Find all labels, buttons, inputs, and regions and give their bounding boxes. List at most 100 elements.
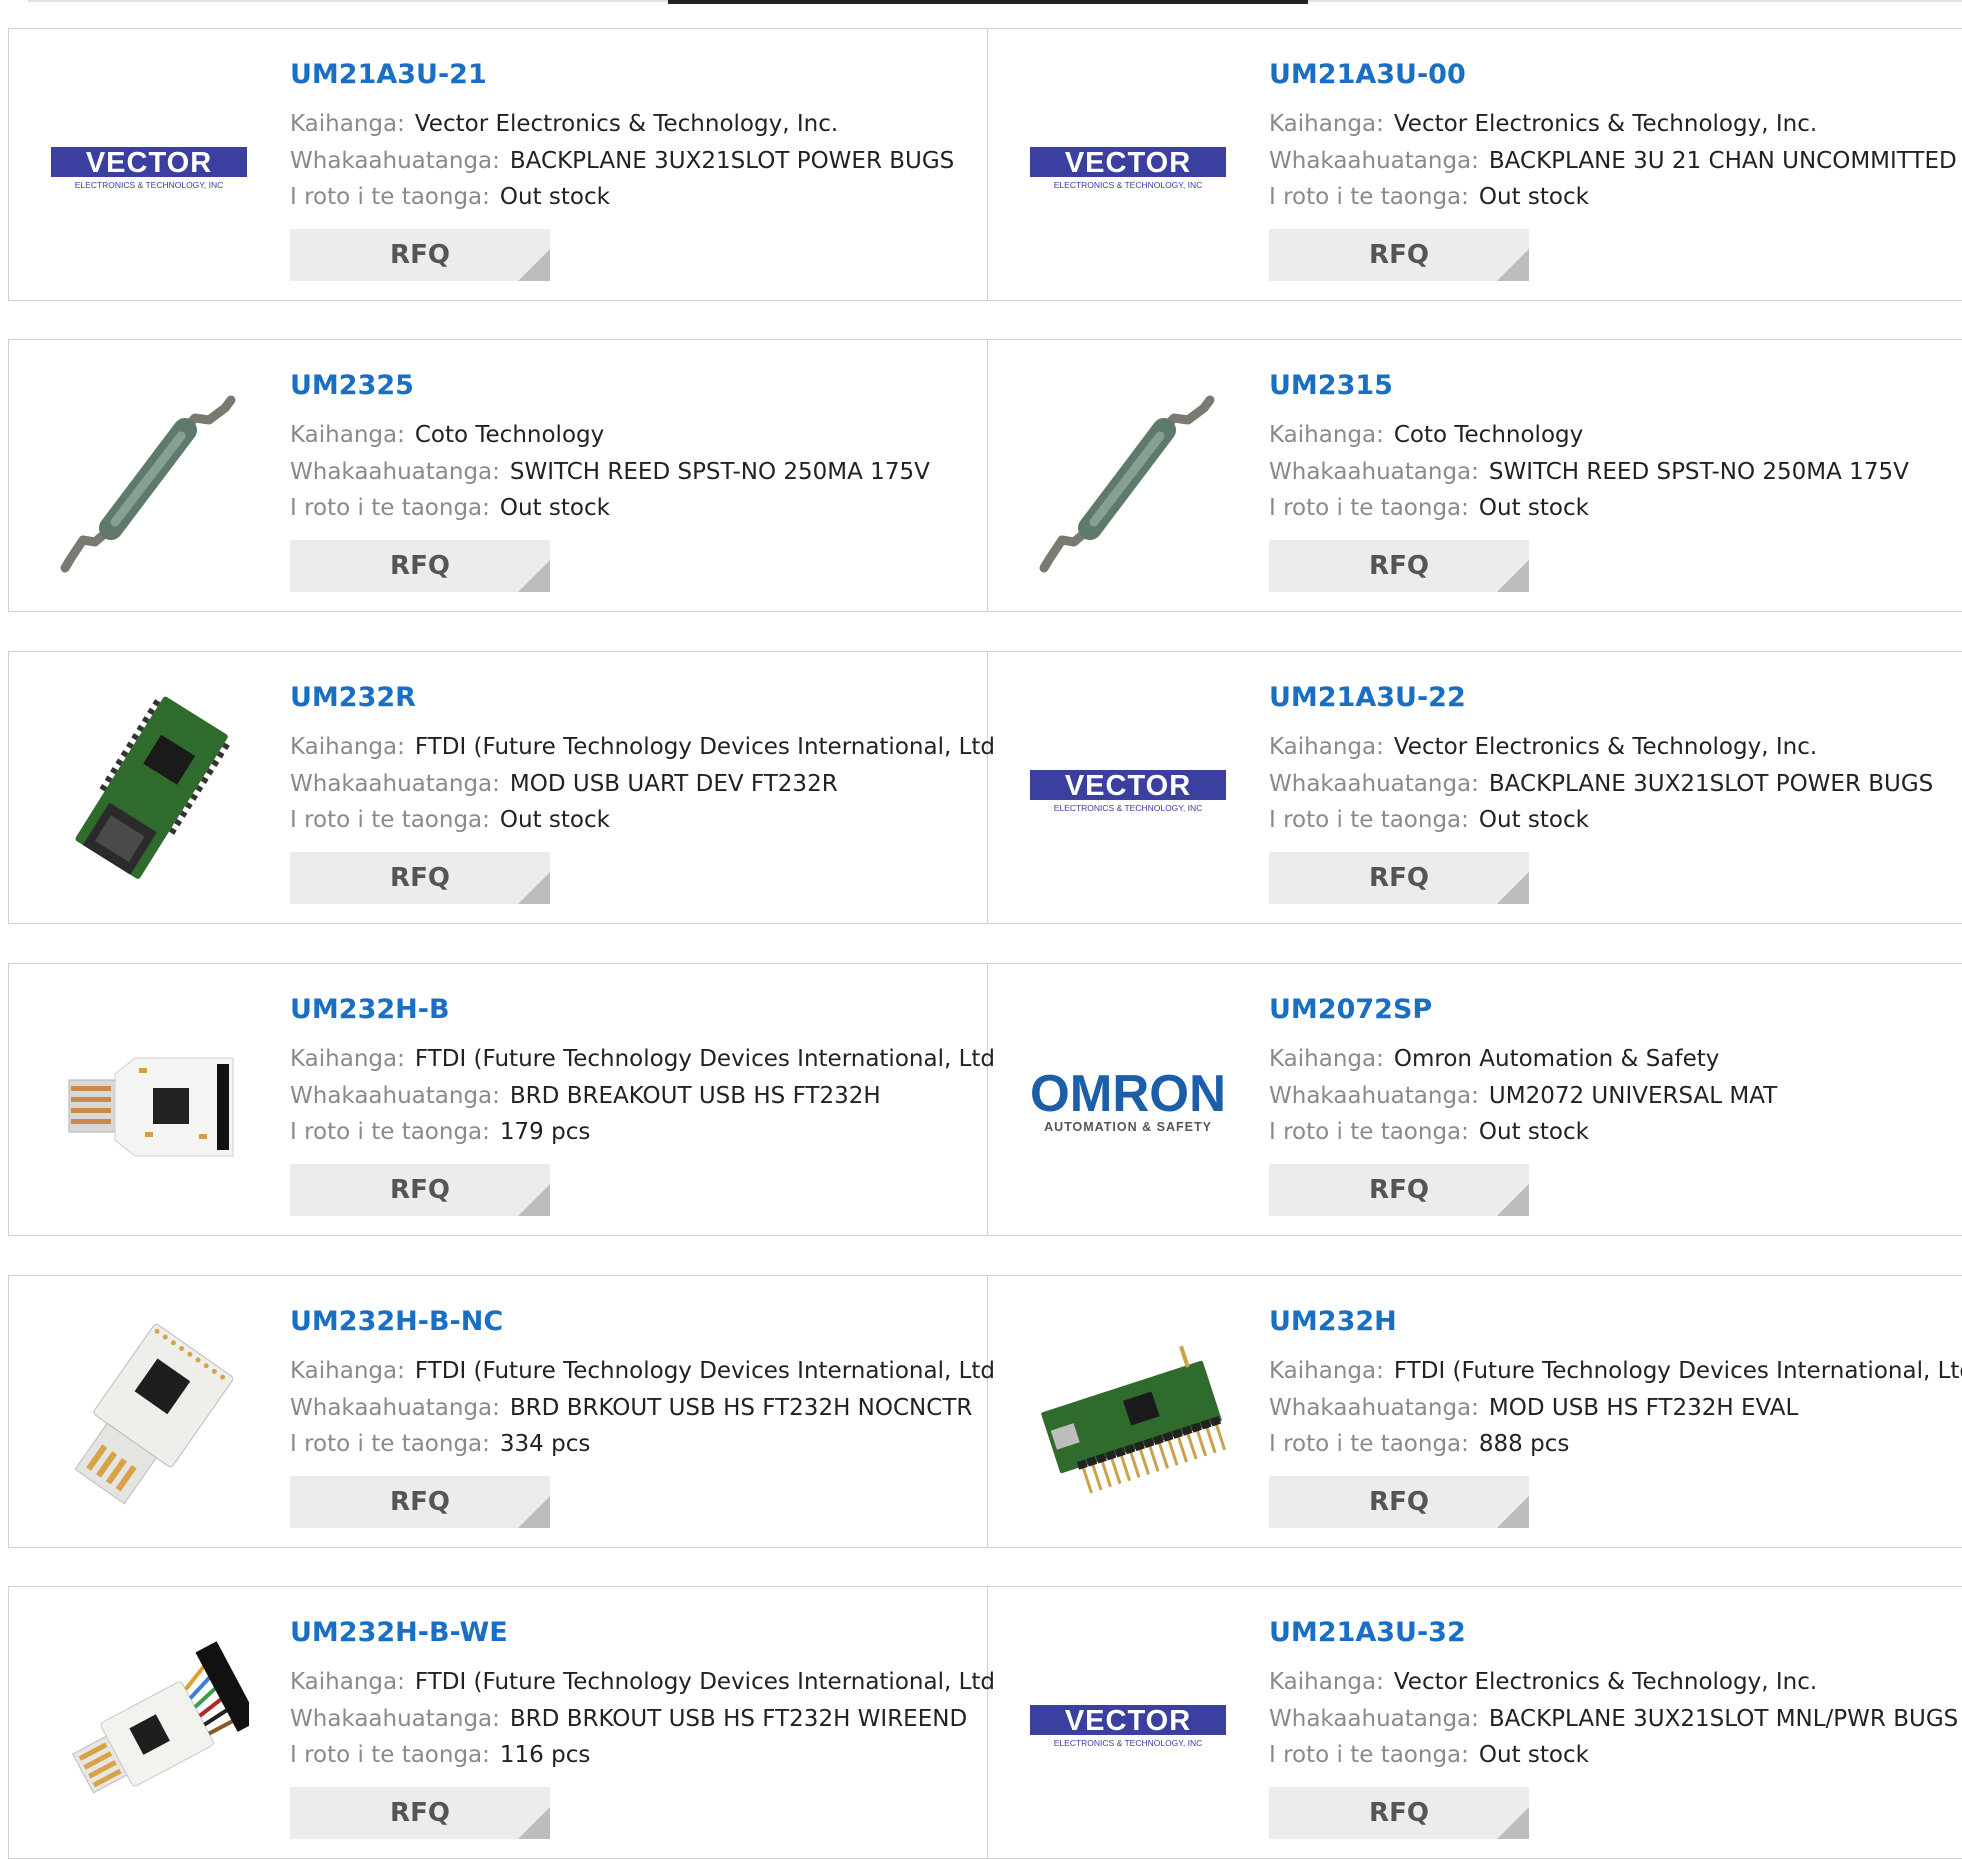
- product-image[interactable]: [49, 1316, 249, 1516]
- stock-value: Out stock: [499, 184, 610, 210]
- rfq-button[interactable]: RFQ: [290, 1164, 550, 1216]
- rfq-button[interactable]: RFQ: [1269, 540, 1529, 592]
- stock-label: I roto i te taonga:: [1269, 1119, 1469, 1145]
- manufacturer-value: FTDI (Future Technology Devices Internat…: [414, 1669, 996, 1695]
- description-value: BACKPLANE 3UX21SLOT MNL/PWR BUGS: [1488, 1706, 1959, 1732]
- manufacturer-value: FTDI (Future Technology Devices Internat…: [414, 734, 996, 760]
- product-image[interactable]: [49, 1627, 249, 1827]
- stock-label: I roto i te taonga:: [290, 495, 490, 521]
- stock-label: I roto i te taonga:: [1269, 1431, 1469, 1457]
- description-label: Whakaahuatanga:: [290, 148, 500, 174]
- manufacturer-label: Kaihanga:: [290, 1358, 405, 1384]
- description-line: Whakaahuatanga: BACKPLANE 3UX21SLOT MNL/P…: [1269, 1706, 1958, 1732]
- rfq-button-label: RFQ: [1369, 240, 1429, 270]
- product-image[interactable]: [49, 380, 249, 580]
- manufacturer-line: Kaihanga: Vector Electronics & Technology…: [1269, 1669, 1817, 1695]
- product-row: UM2325 Kaihanga: Coto Technology Whakaahu…: [8, 339, 1962, 612]
- stock-label: I roto i te taonga:: [290, 1742, 490, 1768]
- description-value: BRD BREAKOUT USB HS FT232H: [509, 1083, 881, 1109]
- product-card: UM232R Kaihanga: FTDI (Future Technology …: [9, 652, 995, 923]
- rfq-button-label: RFQ: [390, 1175, 450, 1205]
- product-row: UM232R Kaihanga: FTDI (Future Technology …: [8, 651, 1962, 924]
- product-card: VECTOR ELECTRONICS & TECHNOLOGY, INC UM2…: [988, 29, 1962, 300]
- description-label: Whakaahuatanga:: [290, 771, 500, 797]
- stock-value: 179 pcs: [499, 1119, 591, 1145]
- description-value: BRD BRKOUT USB HS FT232H NOCNCTR: [509, 1395, 973, 1421]
- product-image[interactable]: [1028, 1316, 1228, 1516]
- corner-triangle-icon: [1497, 1184, 1529, 1216]
- product-part-link[interactable]: UM232H-B-WE: [290, 1617, 508, 1648]
- product-part-link[interactable]: UM21A3U-21: [290, 59, 487, 90]
- product-image[interactable]: [49, 1004, 249, 1204]
- manufacturer-line: Kaihanga: Vector Electronics & Technology…: [1269, 111, 1817, 137]
- product-card: UM232H-B Kaihanga: FTDI (Future Technolog…: [9, 964, 995, 1235]
- rfq-button[interactable]: RFQ: [290, 1476, 550, 1528]
- product-image[interactable]: VECTOR ELECTRONICS & TECHNOLOGY, INC: [1028, 692, 1228, 892]
- product-part-link[interactable]: UM232H-B: [290, 994, 450, 1025]
- manufacturer-line: Kaihanga: FTDI (Future Technology Devices…: [290, 1358, 995, 1384]
- stock-label: I roto i te taonga:: [1269, 807, 1469, 833]
- corner-triangle-icon: [518, 560, 550, 592]
- rfq-button-label: RFQ: [1369, 551, 1429, 581]
- manufacturer-value: Omron Automation & Safety: [1393, 1046, 1720, 1072]
- description-line: Whakaahuatanga: UM2072 UNIVERSAL MAT: [1269, 1083, 1777, 1109]
- product-image[interactable]: VECTOR ELECTRONICS & TECHNOLOGY, INC: [1028, 1627, 1228, 1827]
- stock-value: Out stock: [1478, 184, 1589, 210]
- product-part-link[interactable]: UM21A3U-32: [1269, 1617, 1466, 1648]
- product-image[interactable]: VECTOR ELECTRONICS & TECHNOLOGY, INC: [1028, 69, 1228, 269]
- description-label: Whakaahuatanga:: [290, 1706, 500, 1732]
- rfq-button[interactable]: RFQ: [1269, 1476, 1529, 1528]
- corner-triangle-icon: [518, 249, 550, 281]
- product-image[interactable]: OMRON AUTOMATION & SAFETY: [1028, 1004, 1228, 1204]
- description-line: Whakaahuatanga: SWITCH REED SPST-NO 250MA…: [290, 459, 930, 485]
- stock-line: I roto i te taonga: Out stock: [290, 495, 610, 521]
- manufacturer-label: Kaihanga:: [1269, 111, 1384, 137]
- product-card: VECTOR ELECTRONICS & TECHNOLOGY, INC UM2…: [988, 1587, 1962, 1858]
- description-value: SWITCH REED SPST-NO 250MA 175V: [509, 459, 930, 485]
- rfq-button-label: RFQ: [1369, 863, 1429, 893]
- stock-value: Out stock: [1478, 1742, 1589, 1768]
- rfq-button[interactable]: RFQ: [1269, 1787, 1529, 1839]
- manufacturer-value: Coto Technology: [414, 422, 605, 448]
- rfq-button[interactable]: RFQ: [1269, 229, 1529, 281]
- rfq-button[interactable]: RFQ: [1269, 1164, 1529, 1216]
- manufacturer-line: Kaihanga: Omron Automation & Safety: [1269, 1046, 1719, 1072]
- description-label: Whakaahuatanga:: [290, 1395, 500, 1421]
- logo-text: VECTOR: [1065, 1705, 1191, 1737]
- product-image[interactable]: [49, 692, 249, 892]
- product-card: UM2315 Kaihanga: Coto Technology Whakaahu…: [988, 340, 1962, 611]
- rfq-button-label: RFQ: [1369, 1798, 1429, 1828]
- corner-triangle-icon: [518, 1807, 550, 1839]
- product-image[interactable]: VECTOR ELECTRONICS & TECHNOLOGY, INC: [49, 69, 249, 269]
- product-part-link[interactable]: UM232R: [290, 682, 416, 713]
- rfq-button[interactable]: RFQ: [290, 229, 550, 281]
- rfq-button[interactable]: RFQ: [290, 1787, 550, 1839]
- rfq-button[interactable]: RFQ: [290, 540, 550, 592]
- product-part-link[interactable]: UM21A3U-00: [1269, 59, 1466, 90]
- corner-triangle-icon: [518, 1184, 550, 1216]
- product-part-link[interactable]: UM2315: [1269, 370, 1393, 401]
- manufacturer-line: Kaihanga: FTDI (Future Technology Devices…: [290, 1046, 995, 1072]
- rfq-button[interactable]: RFQ: [1269, 852, 1529, 904]
- stock-line: I roto i te taonga: Out stock: [1269, 1119, 1589, 1145]
- rfq-button-label: RFQ: [1369, 1487, 1429, 1517]
- logo-text: VECTOR: [1065, 770, 1191, 802]
- product-part-link[interactable]: UM232H-B-NC: [290, 1306, 503, 1337]
- product-part-link[interactable]: UM2072SP: [1269, 994, 1432, 1025]
- product-part-link[interactable]: UM21A3U-22: [1269, 682, 1466, 713]
- logo-subtext: ELECTRONICS & TECHNOLOGY, INC: [1054, 803, 1202, 813]
- stock-label: I roto i te taonga:: [290, 807, 490, 833]
- description-line: Whakaahuatanga: MOD USB UART DEV FT232R: [290, 771, 838, 797]
- manufacturer-label: Kaihanga:: [1269, 1046, 1384, 1072]
- corner-triangle-icon: [1497, 560, 1529, 592]
- product-image[interactable]: [1028, 380, 1228, 580]
- product-part-link[interactable]: UM2325: [290, 370, 414, 401]
- product-part-link[interactable]: UM232H: [1269, 1306, 1397, 1337]
- description-value: BACKPLANE 3U 21 CHAN UNCOMMITTED: [1488, 148, 1957, 174]
- product-card: UM232H-B-WE Kaihanga: FTDI (Future Techno…: [9, 1587, 995, 1858]
- manufacturer-line: Kaihanga: Coto Technology: [290, 422, 604, 448]
- description-line: Whakaahuatanga: BRD BRKOUT USB HS FT232H …: [290, 1706, 967, 1732]
- rfq-button[interactable]: RFQ: [290, 852, 550, 904]
- logo-text: OMRON: [1030, 1069, 1226, 1123]
- corner-triangle-icon: [518, 1496, 550, 1528]
